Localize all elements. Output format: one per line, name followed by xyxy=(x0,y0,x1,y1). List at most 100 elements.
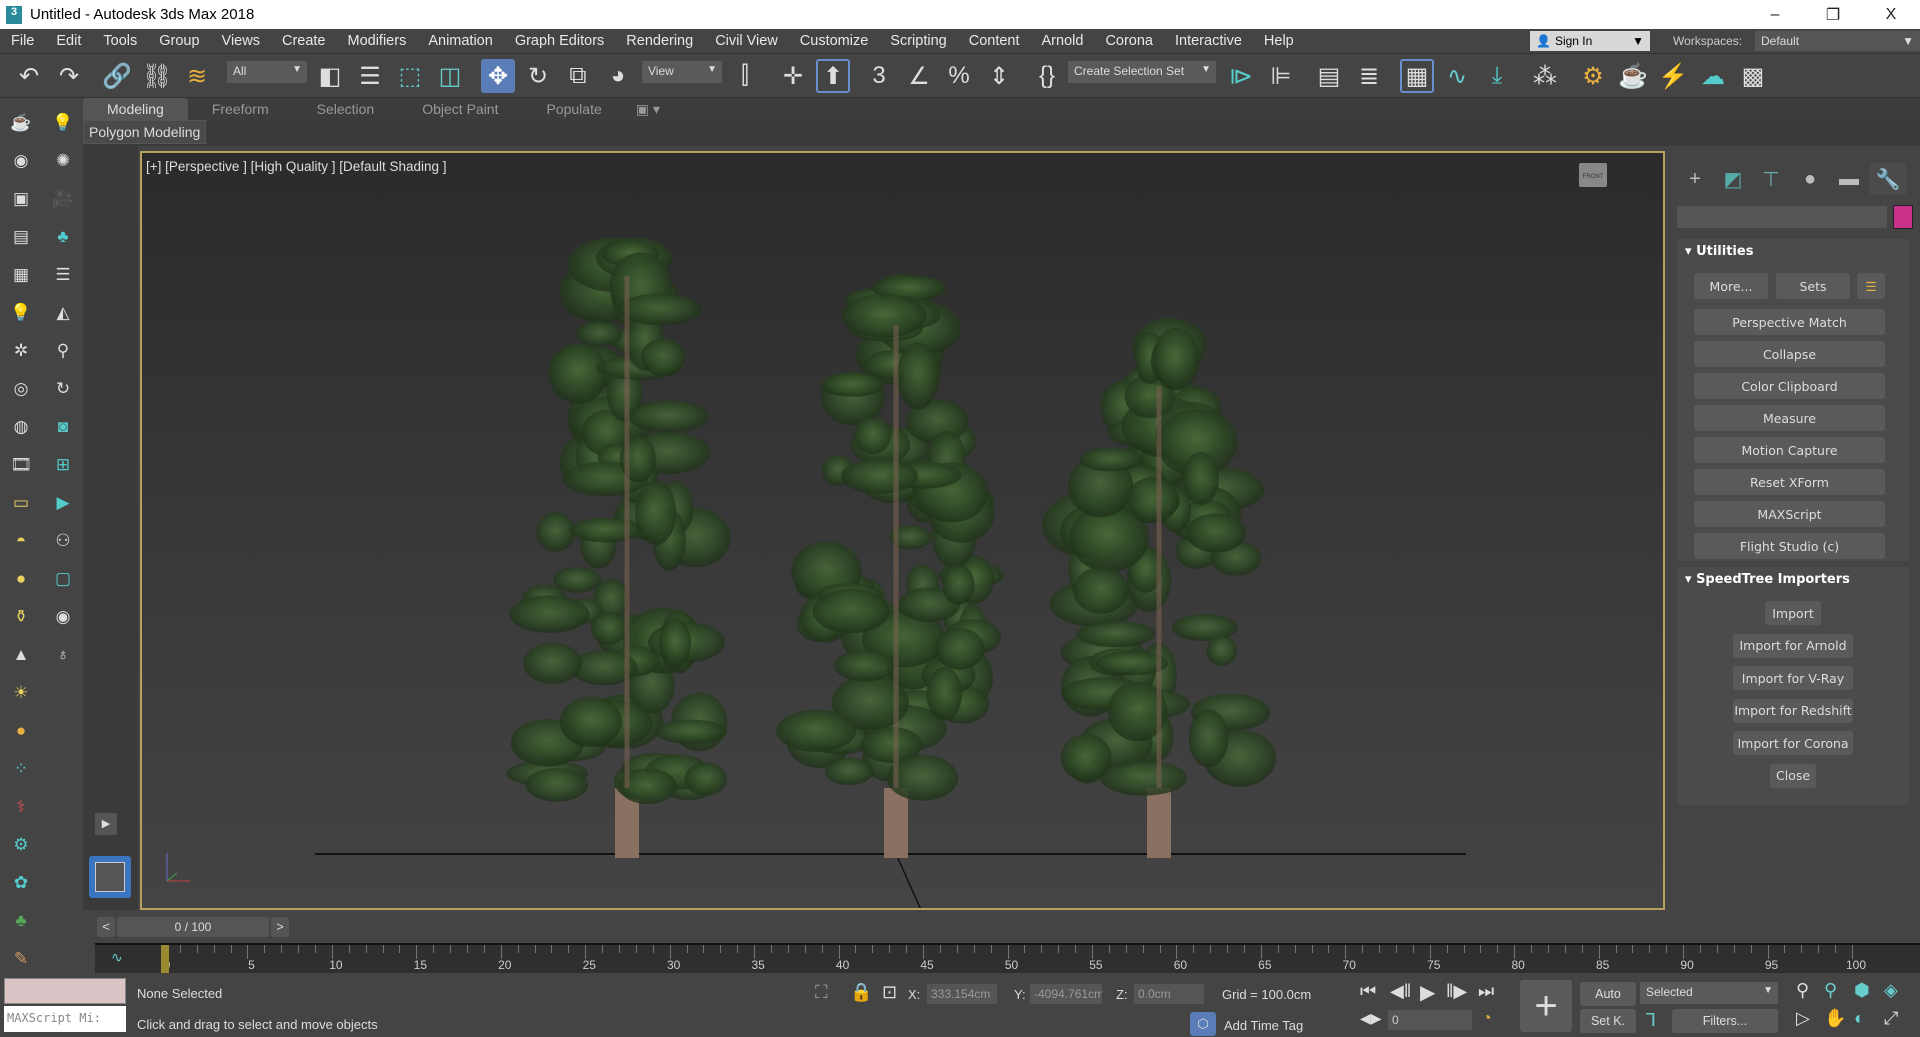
sphere-icon[interactable]: ◉ xyxy=(8,148,34,174)
hair-icon[interactable]: ✎ xyxy=(8,946,34,972)
zoom-all-icon[interactable]: ⚲ xyxy=(1824,980,1837,1001)
goto-start-icon[interactable]: ⏮ xyxy=(1360,981,1376,1002)
speedtree-button-import-for-v-ray[interactable]: Import for V-Ray xyxy=(1733,666,1853,690)
particles-icon[interactable]: ⁘ xyxy=(8,756,34,782)
utilities-rollout-header[interactable]: ▾ Utilities xyxy=(1677,239,1909,264)
viewport-layout-button[interactable] xyxy=(89,856,131,898)
motion-tab-icon[interactable]: ● xyxy=(1792,163,1828,195)
add-time-tag-label[interactable]: Add Time Tag xyxy=(1224,1018,1303,1033)
robot-icon[interactable]: ⚙ xyxy=(8,832,34,858)
camera-target-icon[interactable]: ◍ xyxy=(8,414,34,440)
spinner-snap-icon[interactable]: ⇕ xyxy=(982,59,1016,93)
more-button[interactable]: More... xyxy=(1694,273,1768,299)
create-tab-icon[interactable]: + xyxy=(1677,163,1713,195)
previous-frame-icon[interactable]: ◀‖ xyxy=(1390,981,1411,1002)
sphere-gizmo-icon[interactable]: ◙ xyxy=(50,414,76,440)
render-setup-icon[interactable]: ⚙ xyxy=(1576,59,1610,93)
isolate-selection-icon[interactable]: ⛶ xyxy=(815,982,828,1003)
object-color-swatch[interactable] xyxy=(1893,205,1913,229)
rotate-icon[interactable]: ↻ xyxy=(50,376,76,402)
configure-button-sets-icon[interactable]: ☰ xyxy=(1857,273,1885,299)
speedtree-button-import-for-corona[interactable]: Import for Corona xyxy=(1733,731,1853,755)
key-filter-dropdown[interactable]: Selected ▼ xyxy=(1640,982,1778,1004)
select-and-rotate-icon[interactable]: ↻ xyxy=(521,59,555,93)
layer-explorer-icon[interactable]: ≣ xyxy=(1352,59,1386,93)
ball-icon[interactable]: ● xyxy=(8,718,34,744)
ribbon-options-icon[interactable]: ▣ ▾ xyxy=(626,98,670,120)
render-icon[interactable]: ▶ xyxy=(50,490,76,516)
utility-button-color-clipboard[interactable]: Color Clipboard xyxy=(1694,373,1885,399)
teapot-2-icon[interactable]: ⚱ xyxy=(8,604,34,630)
next-frame-button[interactable]: > xyxy=(271,917,289,937)
rectangular-selection-icon[interactable]: ⬚ xyxy=(393,59,427,93)
sun-icon[interactable]: ☀ xyxy=(8,680,34,706)
speedtree-button-import-for-arnold[interactable]: Import for Arnold xyxy=(1733,633,1853,658)
selection-filter-dropdown[interactable]: All ▼ xyxy=(227,61,307,83)
sphere-gold-icon[interactable]: ● xyxy=(8,566,34,592)
zoom-extents-all-icon[interactable]: ◈ xyxy=(1884,980,1898,1001)
reference-coordinate-dropdown[interactable]: View ▼ xyxy=(642,61,722,83)
schematic-view-icon[interactable]: ⁂ xyxy=(1528,59,1562,93)
perspective-viewport[interactable]: [+] [Perspective ] [High Quality ] [Defa… xyxy=(140,151,1665,910)
time-slider-thumb[interactable]: 0 / 100 xyxy=(117,917,269,937)
time-slider[interactable]: < 0 / 100 > xyxy=(95,916,1920,938)
current-frame-spinner[interactable]: 0 xyxy=(1388,1010,1472,1030)
grass-icon[interactable]: ♣ xyxy=(8,908,34,934)
select-and-scale-icon[interactable]: ⧉ xyxy=(561,59,595,93)
minimize-button[interactable]: – xyxy=(1746,0,1804,29)
snaps-toggle-icon[interactable]: 3 xyxy=(862,59,896,93)
environment-icon[interactable]: ▩ xyxy=(1736,59,1770,93)
utility-button-flight-studio-c[interactable]: Flight Studio (c) xyxy=(1694,533,1885,559)
percent-snap-icon[interactable]: % xyxy=(942,59,976,93)
polygon-modeling-panel[interactable]: Polygon Modeling xyxy=(83,120,207,144)
movie-icon[interactable]: 🎞 xyxy=(8,452,34,478)
rendered-frame-window-icon[interactable]: ☕ xyxy=(1616,59,1650,93)
plane-icon[interactable]: ▭ xyxy=(8,490,34,516)
time-tag-icon[interactable]: ⬡ xyxy=(1190,1012,1216,1036)
edit-named-selection-icon[interactable]: {} xyxy=(1030,59,1064,93)
frame-icon[interactable]: ▢ xyxy=(50,566,76,592)
render-cloud-icon[interactable]: ☁ xyxy=(1696,59,1730,93)
selection-lock-icon[interactable]: 🔒 xyxy=(850,982,872,1003)
zoom-extents-icon[interactable]: ⬢ xyxy=(1854,980,1870,1001)
unlink-icon[interactable]: ⛓ xyxy=(140,59,174,93)
key-mode-toggle-icon[interactable]: ◀▶ xyxy=(1360,1010,1382,1027)
select-and-move-icon[interactable]: ✥ xyxy=(481,59,515,93)
scene-explorer-icon[interactable]: ▤ xyxy=(1312,59,1346,93)
speedtree-button-close[interactable]: Close xyxy=(1770,763,1816,788)
absolute-mode-icon[interactable]: ⊡ xyxy=(882,982,897,1003)
link-icon[interactable]: 🔗 xyxy=(100,59,134,93)
dope-sheet-icon[interactable]: ⤓ xyxy=(1480,59,1514,93)
sets-button[interactable]: Sets xyxy=(1776,273,1850,299)
next-frame-icon[interactable]: ‖▶ xyxy=(1446,981,1467,1002)
render-production-icon[interactable]: ⚡ xyxy=(1656,59,1690,93)
time-configuration-icon[interactable]: ◔ xyxy=(1482,1010,1492,1028)
panel-icon[interactable]: ▤ xyxy=(8,224,34,250)
gear-icon[interactable]: ✿ xyxy=(8,870,34,896)
z-coordinate-field[interactable]: 0.0cm xyxy=(1134,984,1204,1004)
set-key-button[interactable]: + xyxy=(1520,980,1572,1032)
light-bulb-icon[interactable]: 💡 xyxy=(8,300,34,326)
mirror-icon[interactable]: ⧐ xyxy=(1224,59,1258,93)
field-of-view-icon[interactable]: ▷ xyxy=(1796,1008,1810,1029)
workspace-dropdown[interactable]: Default ▼ xyxy=(1755,31,1920,51)
bulb-icon[interactable]: ♁ xyxy=(50,642,76,668)
maxscript-listener-output[interactable] xyxy=(4,978,126,1004)
expand-layout-icon[interactable]: ▶ xyxy=(95,813,117,835)
helper-icon[interactable]: ✲ xyxy=(8,338,34,364)
tree-icon[interactable]: ♣ xyxy=(50,224,76,250)
select-by-name-icon[interactable]: ☰ xyxy=(353,59,387,93)
utility-button-motion-capture[interactable]: Motion Capture xyxy=(1694,437,1885,463)
select-object-icon[interactable]: ◧ xyxy=(313,59,347,93)
play-icon[interactable]: ▶ xyxy=(1420,980,1435,1005)
tape-icon[interactable]: ⚲ xyxy=(50,338,76,364)
eye-icon[interactable]: ◉ xyxy=(50,604,76,630)
pivot-center-icon[interactable]: ⫿ xyxy=(728,59,762,93)
modify-tab-icon[interactable]: ◩ xyxy=(1715,163,1751,195)
grid-icon[interactable]: ▦ xyxy=(8,262,34,288)
box-icon[interactable]: ▣ xyxy=(8,186,34,212)
cone-icon[interactable]: ◭ xyxy=(50,300,76,326)
maximize-button[interactable]: ❐ xyxy=(1804,0,1862,29)
snake-icon[interactable]: ⚕ xyxy=(8,794,34,820)
utility-button-collapse[interactable]: Collapse xyxy=(1694,341,1885,367)
